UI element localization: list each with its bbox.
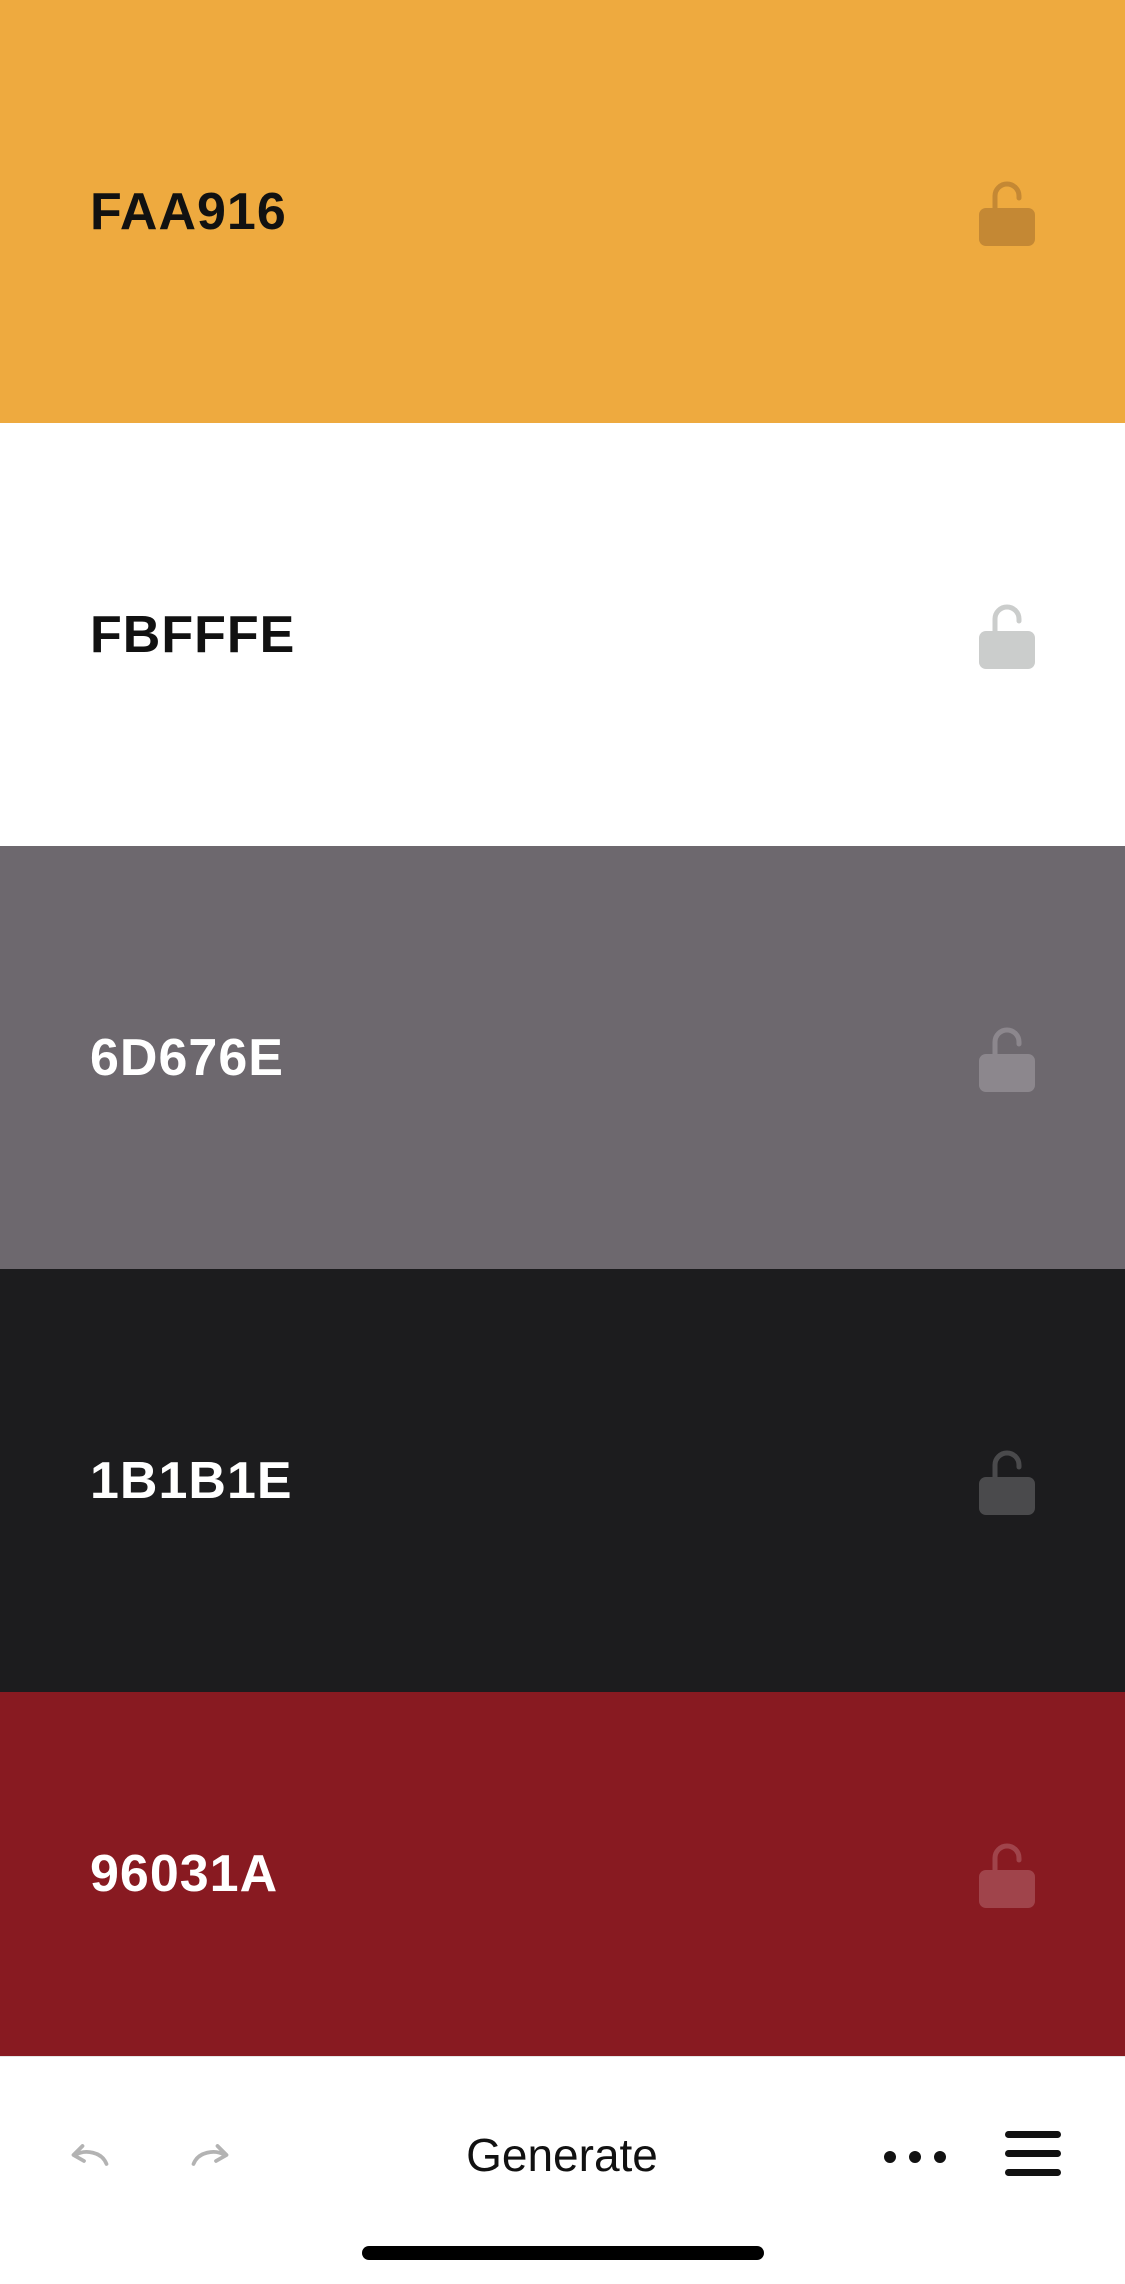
undo-arrow-icon — [71, 2144, 109, 2166]
redo-button[interactable] — [170, 2115, 250, 2195]
menu-button[interactable] — [995, 2115, 1075, 2195]
swatch-hex-label[interactable]: FAA916 — [90, 182, 287, 242]
unlock-icon[interactable] — [977, 1445, 1037, 1517]
home-indicator[interactable] — [362, 2246, 764, 2260]
redo-arrow-icon — [191, 2144, 229, 2166]
color-swatch-4[interactable]: 1B1B1E — [0, 1269, 1125, 1692]
color-swatch-5[interactable]: 96031A — [0, 1692, 1125, 2056]
swatch-hex-label[interactable]: FBFFFE — [90, 605, 295, 665]
undo-button[interactable] — [50, 2115, 130, 2195]
more-dots-icon — [884, 2151, 946, 2163]
color-palette: FAA916 FBFFFE 6D676E 1B1B1E 96031A — [0, 0, 1125, 2056]
unlock-icon[interactable] — [977, 1838, 1037, 1910]
color-swatch-2[interactable]: FBFFFE — [0, 423, 1125, 846]
more-options-button[interactable] — [870, 2115, 960, 2195]
generate-button[interactable]: Generate — [412, 2115, 712, 2195]
color-swatch-1[interactable]: FAA916 — [0, 0, 1125, 423]
unlock-icon[interactable] — [977, 176, 1037, 248]
unlock-icon[interactable] — [977, 1022, 1037, 1094]
hamburger-menu-icon — [1005, 2131, 1061, 2176]
swatch-hex-label[interactable]: 96031A — [90, 1844, 278, 1904]
color-swatch-3[interactable]: 6D676E — [0, 846, 1125, 1269]
swatch-hex-label[interactable]: 1B1B1E — [90, 1451, 293, 1511]
unlock-icon[interactable] — [977, 599, 1037, 671]
swatch-hex-label[interactable]: 6D676E — [90, 1028, 284, 1088]
